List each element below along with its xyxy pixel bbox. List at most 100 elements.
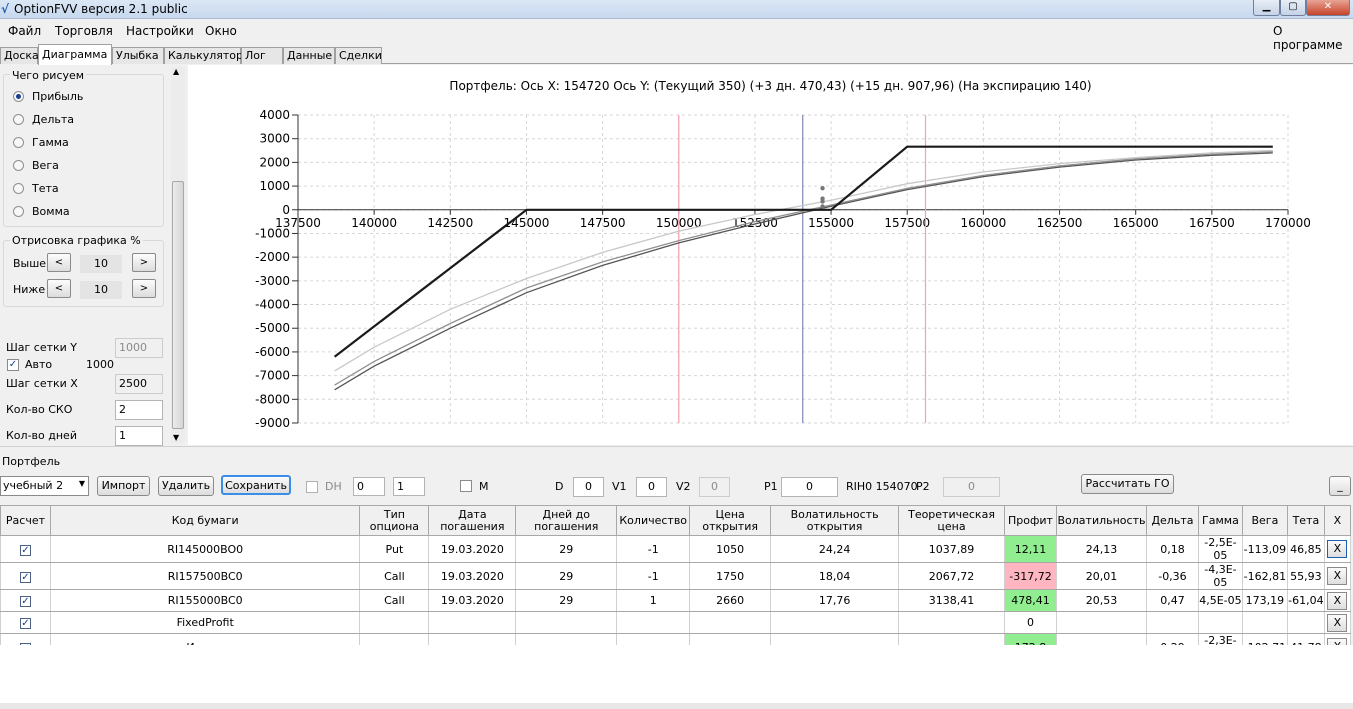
scroll-thumb[interactable]	[172, 181, 184, 429]
column-header[interactable]: Гамма	[1197, 505, 1243, 536]
table-row[interactable]: ✓ FixedProfit 0 X	[0, 611, 1352, 634]
above-increase-button[interactable]: >	[132, 253, 156, 272]
calc-go-button[interactable]: Рассчитать ГО	[1081, 474, 1174, 494]
portfolio-toolbar: Портфель учебный 2 ▼ Импорт Удалить Сохр…	[0, 452, 1353, 504]
p1-field[interactable]: 0	[781, 477, 838, 497]
delete-row-cell[interactable]: X	[1323, 611, 1352, 634]
radio-profit-label: Прибыль	[32, 90, 84, 103]
menu-window[interactable]: Окно	[205, 24, 237, 38]
tab-diagram[interactable]: Диаграмма	[38, 44, 112, 65]
radio-vomma[interactable]	[13, 206, 24, 217]
close-button[interactable]: ✕	[1306, 0, 1350, 16]
column-header[interactable]: Тип опциона	[359, 505, 430, 536]
calc-checkbox[interactable]: ✓	[19, 571, 31, 583]
delete-row-cell[interactable]: X	[1323, 535, 1352, 563]
calc-checkbox[interactable]: ✓	[19, 596, 31, 607]
auto-checkbox[interactable]: ✓	[7, 359, 19, 371]
table-cell	[1241, 611, 1288, 634]
import-button[interactable]: Импорт	[97, 476, 150, 496]
calc-checkbox[interactable]: ✓	[19, 618, 31, 629]
days-field[interactable]: 1	[115, 426, 163, 446]
left-panel-scrollbar[interactable]: ▲ ▼	[171, 67, 185, 443]
table-cell	[898, 611, 1005, 634]
menu-trade[interactable]: Торговля	[55, 24, 113, 38]
below-increase-button[interactable]: >	[132, 279, 156, 298]
delete-row-cell[interactable]: X	[1323, 589, 1352, 612]
m-checkbox[interactable]	[460, 480, 472, 492]
y-tick-label: -5000	[255, 321, 290, 335]
table-cell: 18,04	[770, 562, 900, 590]
tab-calculator[interactable]: Калькулятор	[164, 47, 243, 64]
delete-button[interactable]: Удалить	[158, 476, 214, 496]
calc-checkbox-cell[interactable]: ✓	[0, 535, 51, 563]
radio-profit[interactable]	[13, 91, 24, 102]
x-tick-label: 140000	[351, 216, 397, 230]
column-header[interactable]: X	[1323, 505, 1352, 536]
table-cell: 173,19	[1241, 589, 1288, 612]
p2-field[interactable]: 0	[943, 477, 1000, 497]
table-row[interactable]: ✓ RI155000BC0 Call 19.03.2020 29 1 2660 17,76 31…	[0, 589, 1352, 612]
scroll-up-icon[interactable]: ▲	[173, 67, 179, 76]
dh-checkbox[interactable]	[306, 481, 318, 493]
delete-row-button[interactable]: X	[1327, 613, 1348, 632]
calc-checkbox-cell[interactable]: ✓	[0, 562, 51, 590]
column-header[interactable]: Волатильность	[1055, 505, 1147, 536]
radio-vega[interactable]	[13, 160, 24, 171]
column-header[interactable]: Цена открытия	[689, 505, 772, 536]
table-cell: 19.03.2020	[428, 589, 517, 612]
grid-x-label: Шаг сетки X	[6, 377, 78, 390]
column-header[interactable]: Количество	[616, 505, 691, 536]
table-row[interactable]: ✓ RI145000BO0 Put 19.03.2020 29 -1 1050 24,24 10…	[0, 535, 1352, 563]
maximize-button[interactable]: ▢	[1280, 0, 1306, 16]
grid-y-field[interactable]: 1000	[115, 338, 163, 358]
radio-delta[interactable]	[13, 114, 24, 125]
tab-deals[interactable]: Сделки	[335, 47, 382, 64]
sko-field[interactable]: 2	[115, 400, 163, 420]
dh-spin-1[interactable]: 0	[353, 477, 385, 496]
column-header[interactable]: Профит	[1004, 505, 1057, 536]
column-header[interactable]: Дельта	[1145, 505, 1199, 536]
delete-row-button[interactable]: X	[1327, 567, 1348, 585]
auto-value: 1000	[86, 358, 114, 371]
column-header[interactable]: Теоретическая цена	[898, 505, 1005, 536]
d-field[interactable]: 0	[573, 477, 604, 497]
table-cell	[515, 611, 618, 634]
minimize-button[interactable]: ▁	[1253, 0, 1280, 16]
calc-checkbox[interactable]: ✓	[19, 544, 31, 556]
above-decrease-button[interactable]: <	[47, 253, 71, 272]
column-header[interactable]: Дата погашения	[428, 505, 517, 536]
grid-x-field[interactable]: 2500	[115, 374, 163, 394]
current-point	[820, 204, 825, 209]
table-cell: Call	[359, 562, 430, 590]
scroll-down-icon[interactable]: ▼	[173, 433, 179, 442]
save-button[interactable]: Сохранить	[221, 475, 291, 495]
calc-checkbox-cell[interactable]: ✓	[0, 611, 51, 634]
tab-board[interactable]: Доска	[0, 47, 39, 64]
table-row[interactable]: ✓ RI157500BC0 Call 19.03.2020 29 -1 1750 18,04 2…	[0, 562, 1352, 590]
collapse-button[interactable]: _	[1329, 476, 1351, 496]
tab-smile[interactable]: Улыбка	[112, 47, 164, 64]
v1-field[interactable]: 0	[636, 477, 667, 497]
column-header[interactable]: Тета	[1286, 505, 1325, 536]
radio-theta[interactable]	[13, 183, 24, 194]
x-tick-label: 137500	[275, 216, 321, 230]
tab-log[interactable]: Лог	[241, 47, 283, 64]
dh-spin-2[interactable]: 1	[393, 477, 425, 496]
delete-row-button[interactable]: X	[1327, 540, 1348, 558]
portfolio-select[interactable]: учебный 2 ▼	[0, 476, 89, 496]
delete-row-cell[interactable]: X	[1323, 562, 1352, 590]
v2-field[interactable]: 0	[699, 477, 730, 497]
calc-checkbox-cell[interactable]: ✓	[0, 589, 51, 612]
radio-gamma[interactable]	[13, 137, 24, 148]
menu-file[interactable]: Файл	[8, 24, 41, 38]
column-header[interactable]: Вега	[1241, 505, 1288, 536]
delete-row-button[interactable]: X	[1327, 591, 1348, 610]
below-decrease-button[interactable]: <	[47, 279, 71, 298]
y-tick-label: -7000	[255, 369, 290, 383]
menu-settings[interactable]: Настройки	[126, 24, 194, 38]
column-header[interactable]: Код бумаги	[49, 505, 361, 536]
column-header[interactable]: Расчет	[0, 505, 51, 536]
column-header[interactable]: Дней до погашения	[515, 505, 618, 536]
tab-data[interactable]: Данные	[283, 47, 335, 64]
column-header[interactable]: Волатильность открытия	[770, 505, 900, 536]
